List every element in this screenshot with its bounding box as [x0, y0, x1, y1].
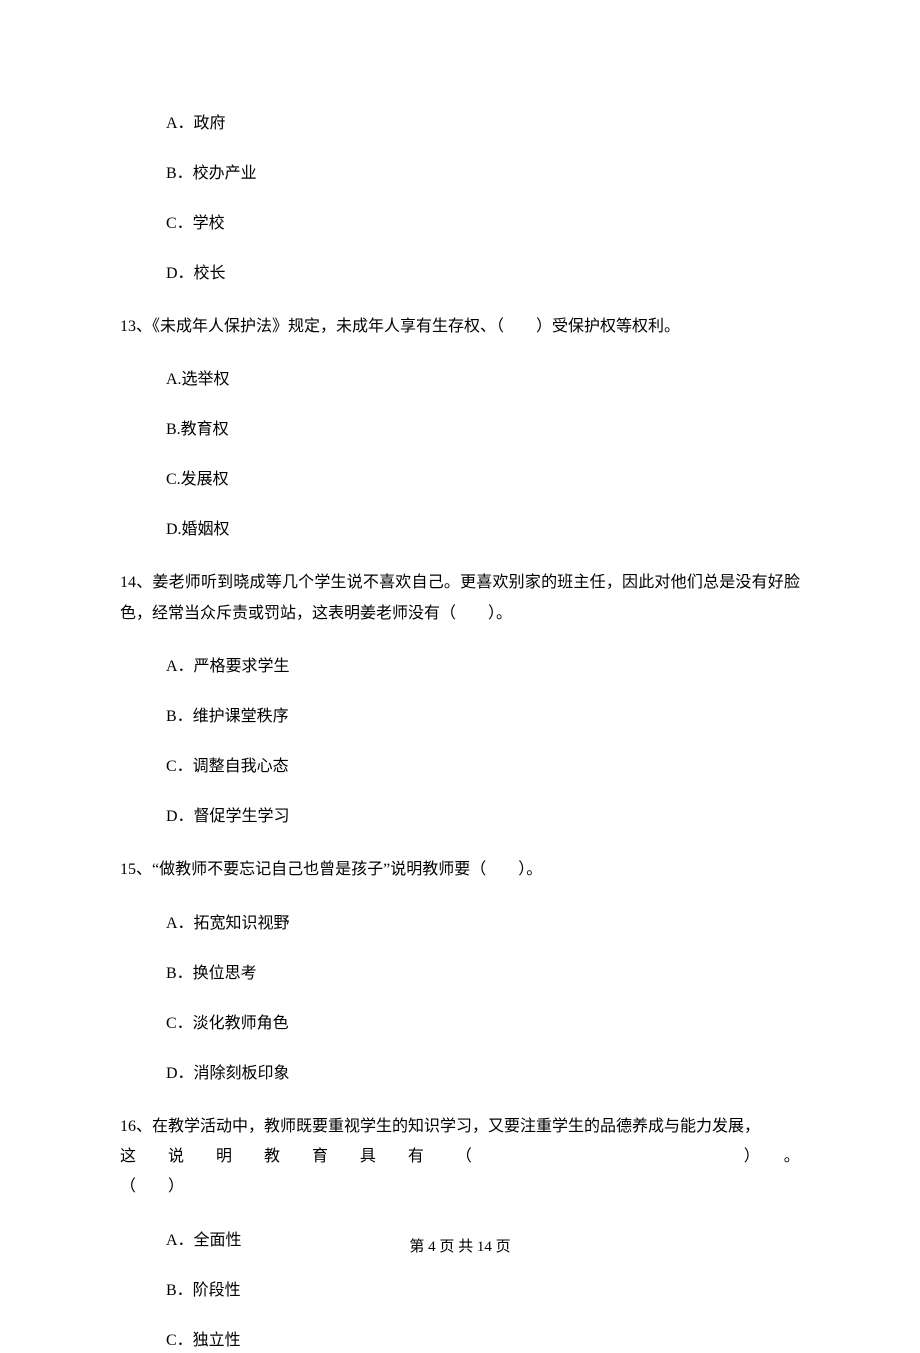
option-text: B．阶段性: [166, 1282, 241, 1299]
q16-option-b: B．阶段性: [120, 1279, 800, 1303]
q14-option-d: D．督促学生学习: [120, 805, 800, 829]
q14-stem: 14、姜老师听到晓成等几个学生说不喜欢自己。更喜欢别家的班主任，因此对他们总是没…: [120, 568, 800, 629]
option-text: B．换位思考: [166, 965, 257, 982]
q16-line2: 这说明教育具有（ ）。: [120, 1142, 800, 1172]
page-footer: 第 4 页 共 14 页: [0, 1236, 920, 1259]
q15-option-d: D．消除刻板印象: [120, 1062, 800, 1086]
option-text: A.选举权: [166, 371, 230, 388]
q13-stem: 13、《未成年人保护法》规定，未成年人享有生存权、（ ）受保护权等权利。: [120, 312, 800, 342]
option-text: A．政府: [166, 115, 226, 132]
q15-option-a: A．拓宽知识视野: [120, 912, 800, 936]
q15-stem: 15、“做教师不要忘记自己也曾是孩子”说明教师要（ ）。: [120, 855, 800, 885]
option-text: C．独立性: [166, 1332, 241, 1349]
q14-option-a: A．严格要求学生: [120, 655, 800, 679]
question-text: 15、“做教师不要忘记自己也曾是孩子”说明教师要（ ）。: [120, 861, 542, 878]
q12-option-a: A．政府: [120, 112, 800, 136]
option-text: D．消除刻板印象: [166, 1065, 290, 1082]
q13-option-a: A.选举权: [120, 368, 800, 392]
question-text: 13、《未成年人保护法》规定，未成年人享有生存权、（ ）受保护权等权利。: [120, 318, 680, 335]
q15-option-c: C．淡化教师角色: [120, 1012, 800, 1036]
q12-option-c: C．学校: [120, 212, 800, 236]
option-text: D．校长: [166, 265, 226, 282]
option-text: D．督促学生学习: [166, 808, 290, 825]
q13-option-c: C.发展权: [120, 468, 800, 492]
question-text: 14、姜老师听到晓成等几个学生说不喜欢自己。更喜欢别家的班主任，因此对他们总是没…: [120, 574, 800, 621]
q12-option-d: D．校长: [120, 262, 800, 286]
q15-option-b: B．换位思考: [120, 962, 800, 986]
q13-option-b: B.教育权: [120, 418, 800, 442]
option-text: B．校办产业: [166, 165, 257, 182]
option-text: B.教育权: [166, 421, 229, 438]
option-text: B．维护课堂秩序: [166, 708, 289, 725]
q12-option-b: B．校办产业: [120, 162, 800, 186]
q14-option-b: B．维护课堂秩序: [120, 705, 800, 729]
option-text: A．严格要求学生: [166, 658, 290, 675]
q16-stem: 16、在教学活动中，教师既要重视学生的知识学习，又要注重学生的品德养成与能力发展…: [120, 1112, 800, 1203]
option-text: C．学校: [166, 215, 225, 232]
q14-option-c: C．调整自我心态: [120, 755, 800, 779]
option-text: C.发展权: [166, 471, 229, 488]
q16-option-c: C．独立性: [120, 1329, 800, 1353]
option-text: C．调整自我心态: [166, 758, 289, 775]
option-text: A．拓宽知识视野: [166, 915, 290, 932]
option-text: C．淡化教师角色: [166, 1015, 289, 1032]
page-number: 第 4 页 共 14 页: [409, 1239, 510, 1255]
q13-option-d: D.婚姻权: [120, 518, 800, 542]
q16-line1: 16、在教学活动中，教师既要重视学生的知识学习，又要注重学生的品德养成与能力发展…: [120, 1112, 800, 1142]
q16-line3: （ ）: [120, 1172, 800, 1202]
option-text: D.婚姻权: [166, 521, 230, 538]
